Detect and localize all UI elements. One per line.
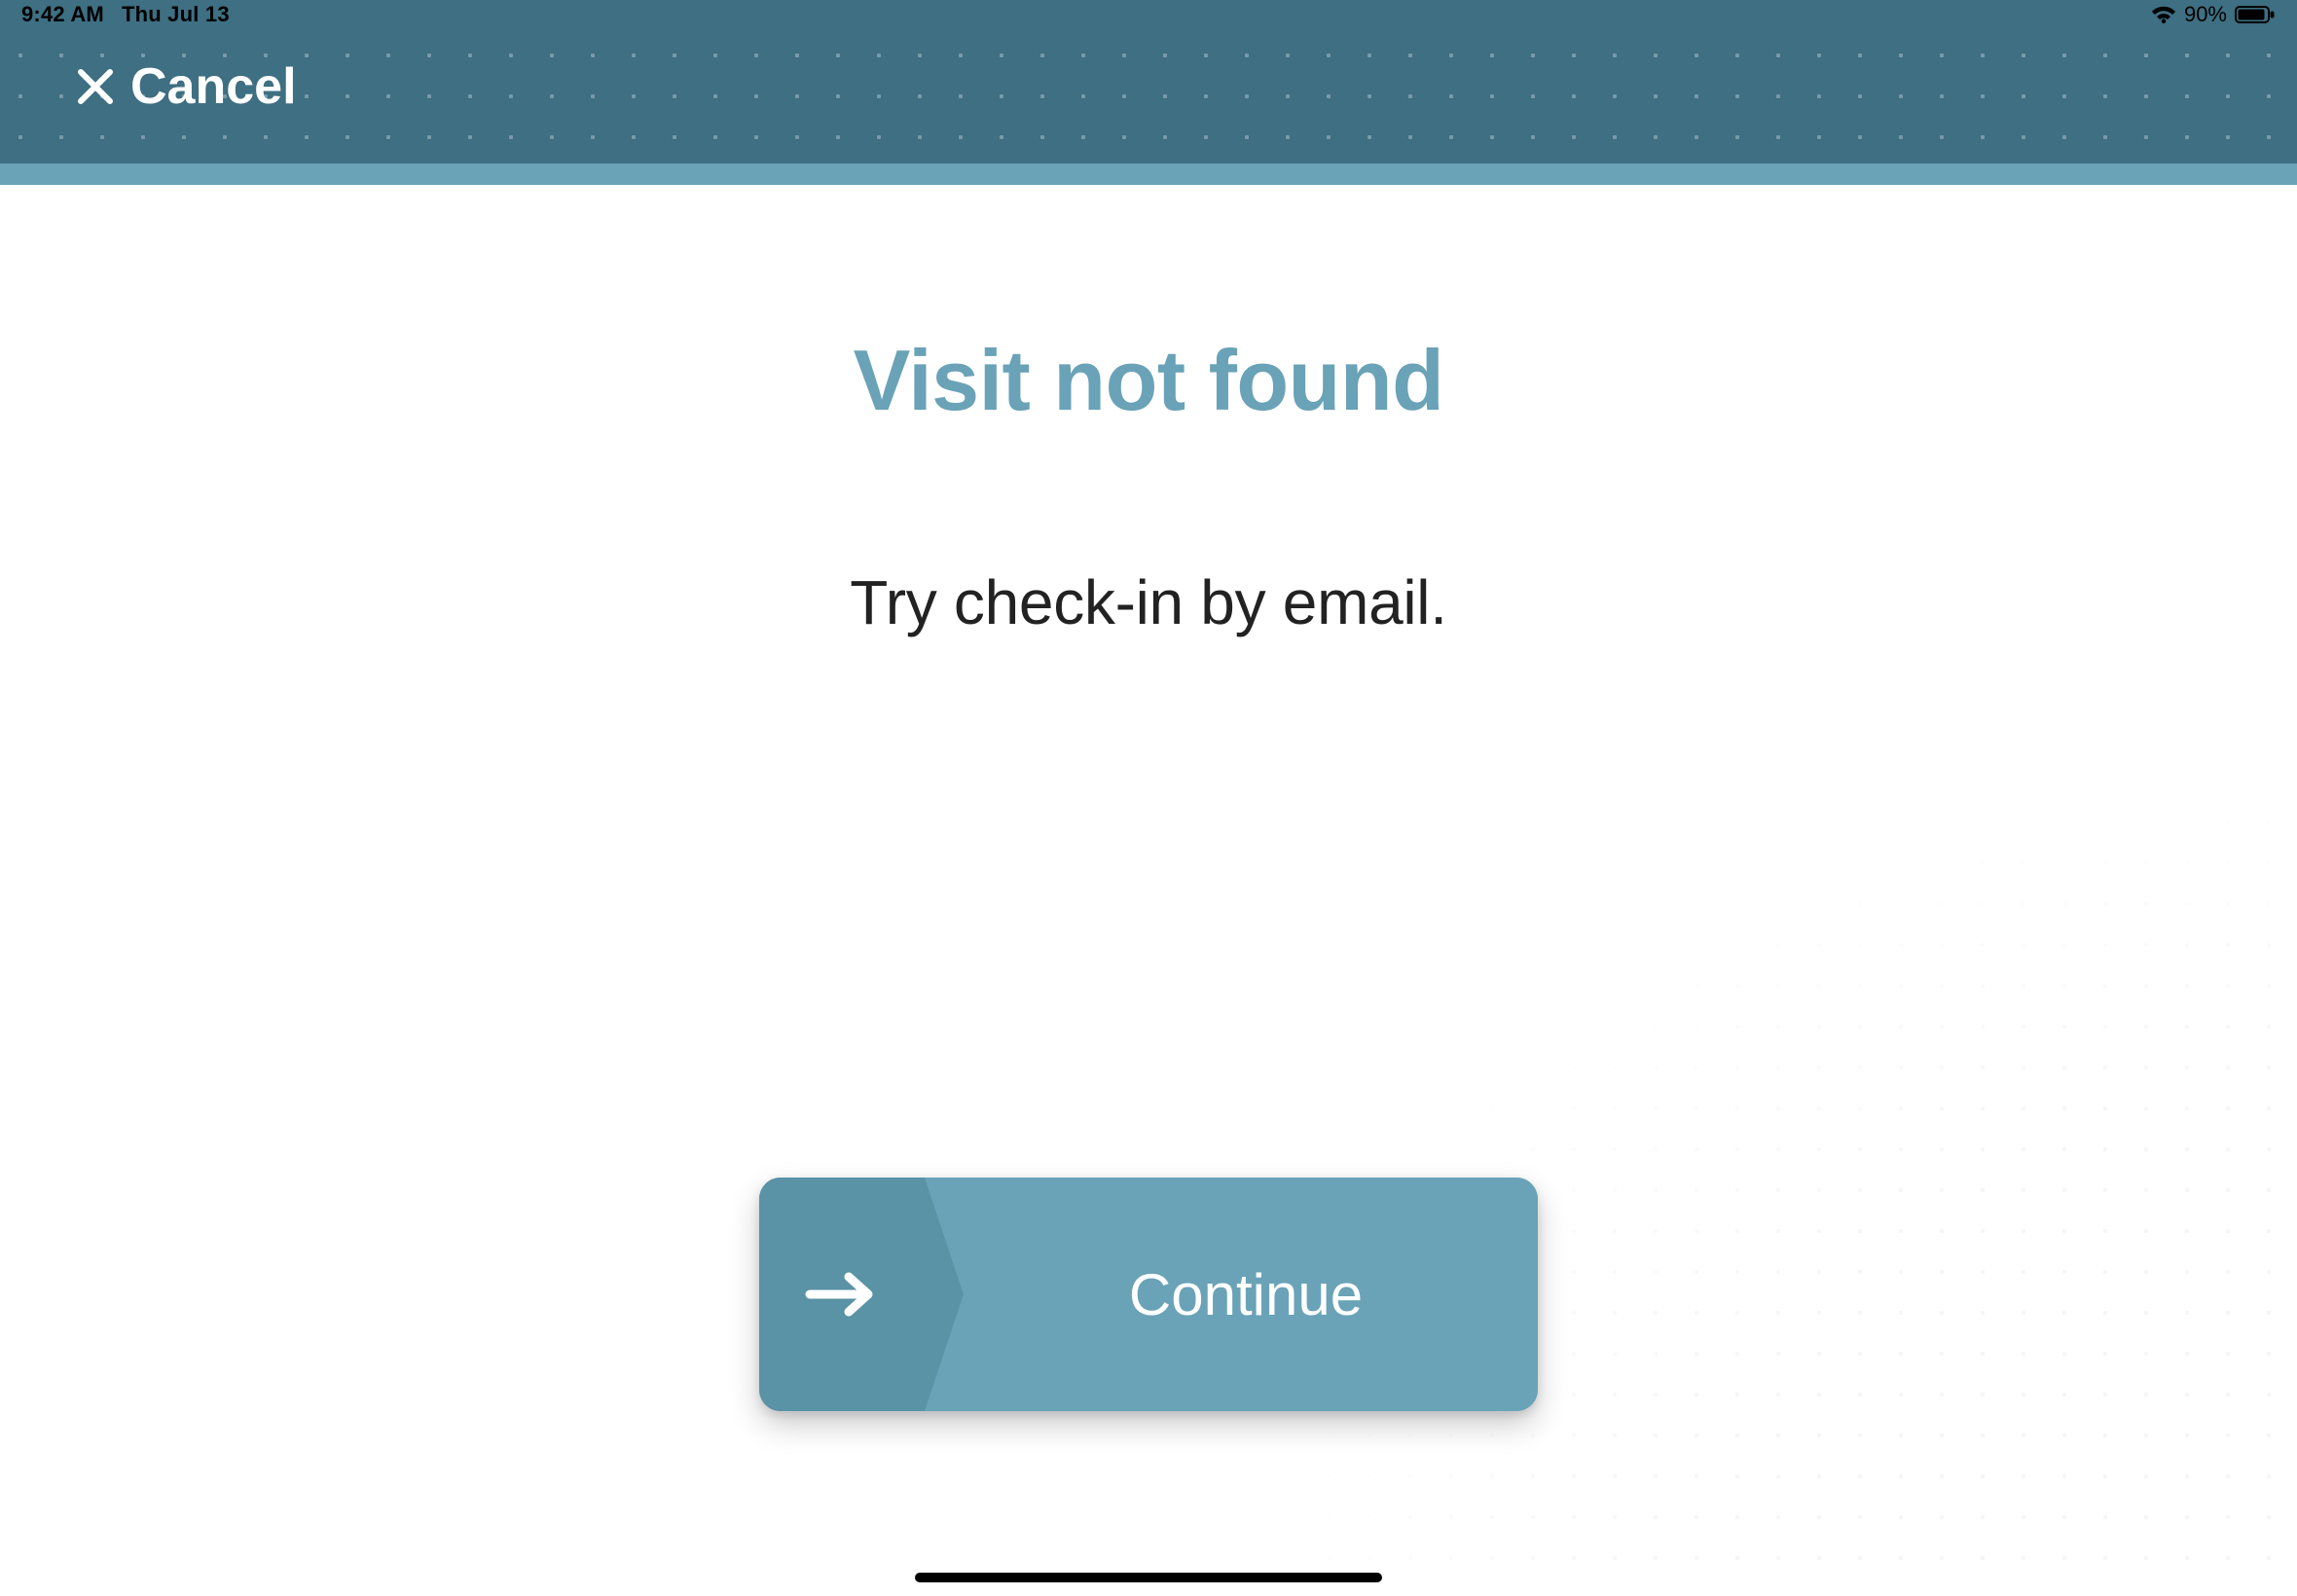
status-time: 9:42 AM: [21, 2, 104, 27]
continue-button[interactable]: Continue: [759, 1178, 1538, 1411]
home-indicator[interactable]: [915, 1573, 1382, 1582]
content-area: Visit not found Try check-in by email.: [0, 331, 2297, 638]
page-subtitle: Try check-in by email.: [0, 566, 2297, 638]
continue-label: Continue: [925, 1178, 1538, 1411]
close-icon: [76, 67, 115, 106]
page-title: Visit not found: [0, 331, 2297, 430]
status-battery-pct: 90%: [2184, 2, 2227, 27]
cancel-label: Cancel: [130, 57, 297, 116]
continue-arrow-slot: [759, 1178, 925, 1411]
accent-strip: [0, 163, 2297, 185]
status-bar: 9:42 AM Thu Jul 13 90%: [0, 0, 2297, 29]
battery-icon: [2235, 5, 2276, 24]
nav-bar: Cancel: [0, 29, 2297, 163]
decorative-dots: [1226, 720, 2297, 1596]
status-date: Thu Jul 13: [122, 2, 230, 27]
arrow-right-icon: [804, 1269, 880, 1320]
cancel-button[interactable]: Cancel: [76, 57, 297, 116]
wifi-icon: [2151, 5, 2176, 24]
